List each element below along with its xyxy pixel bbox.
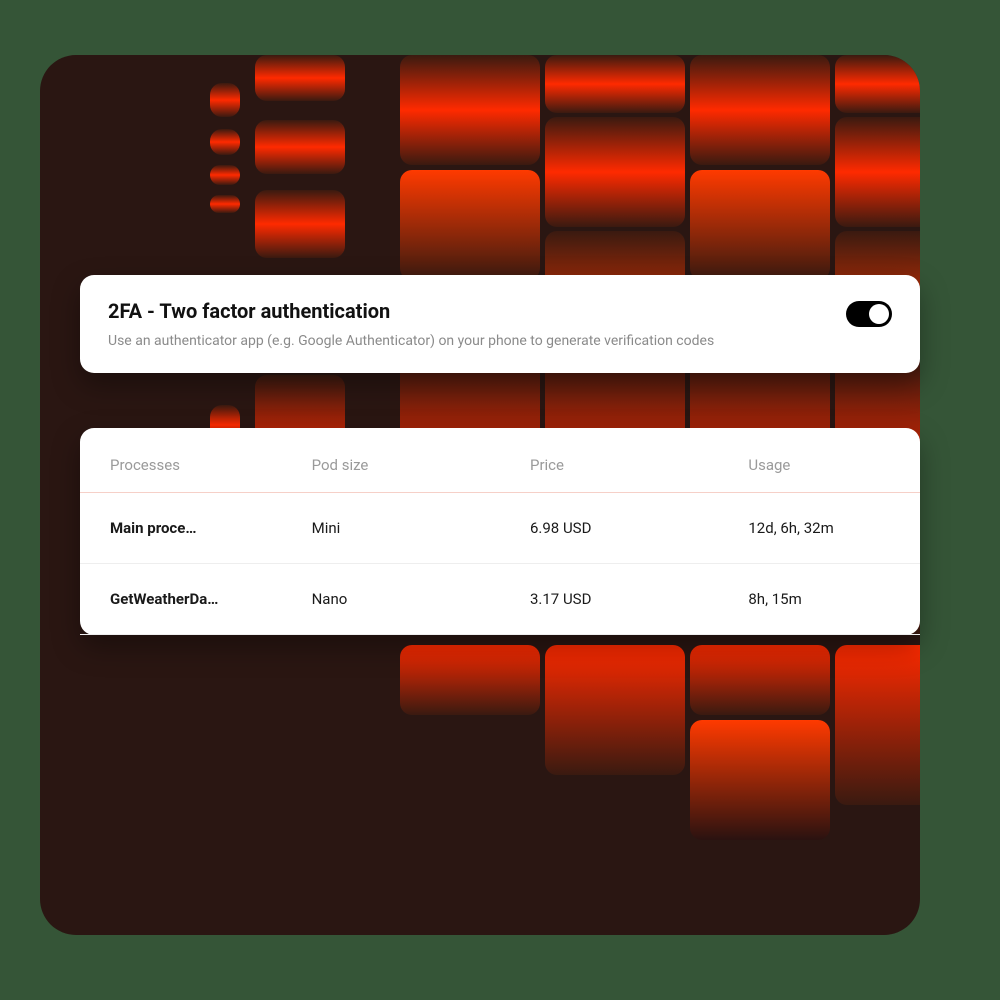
table-row[interactable]: Main proce… Mini 6.98 USD 12d, 6h, 32m [80, 493, 920, 564]
processes-table-card: Processes Pod size Price Usage Main proc… [80, 428, 920, 635]
table-header-row: Processes Pod size Price Usage [80, 438, 920, 493]
two-factor-description: Use an authenticator app (e.g. Google Au… [108, 331, 806, 351]
cell-process: Main proce… [80, 493, 282, 564]
two-factor-title: 2FA - Two factor authentication [108, 299, 806, 323]
two-factor-auth-card: 2FA - Two factor authentication Use an a… [80, 275, 920, 373]
cell-price: 3.17 USD [500, 564, 718, 635]
cell-usage: 8h, 15m [718, 564, 920, 635]
cell-pod-size: Mini [282, 493, 500, 564]
toggle-knob [869, 304, 889, 324]
cell-process: GetWeatherDa… [80, 564, 282, 635]
two-factor-toggle[interactable] [846, 301, 892, 327]
col-processes: Processes [80, 438, 282, 493]
col-price: Price [500, 438, 718, 493]
col-usage: Usage [718, 438, 920, 493]
col-pod-size: Pod size [282, 438, 500, 493]
table-row[interactable]: GetWeatherDa… Nano 3.17 USD 8h, 15m [80, 564, 920, 635]
cell-usage: 12d, 6h, 32m [718, 493, 920, 564]
processes-table: Processes Pod size Price Usage Main proc… [80, 438, 920, 635]
cell-pod-size: Nano [282, 564, 500, 635]
cell-price: 6.98 USD [500, 493, 718, 564]
